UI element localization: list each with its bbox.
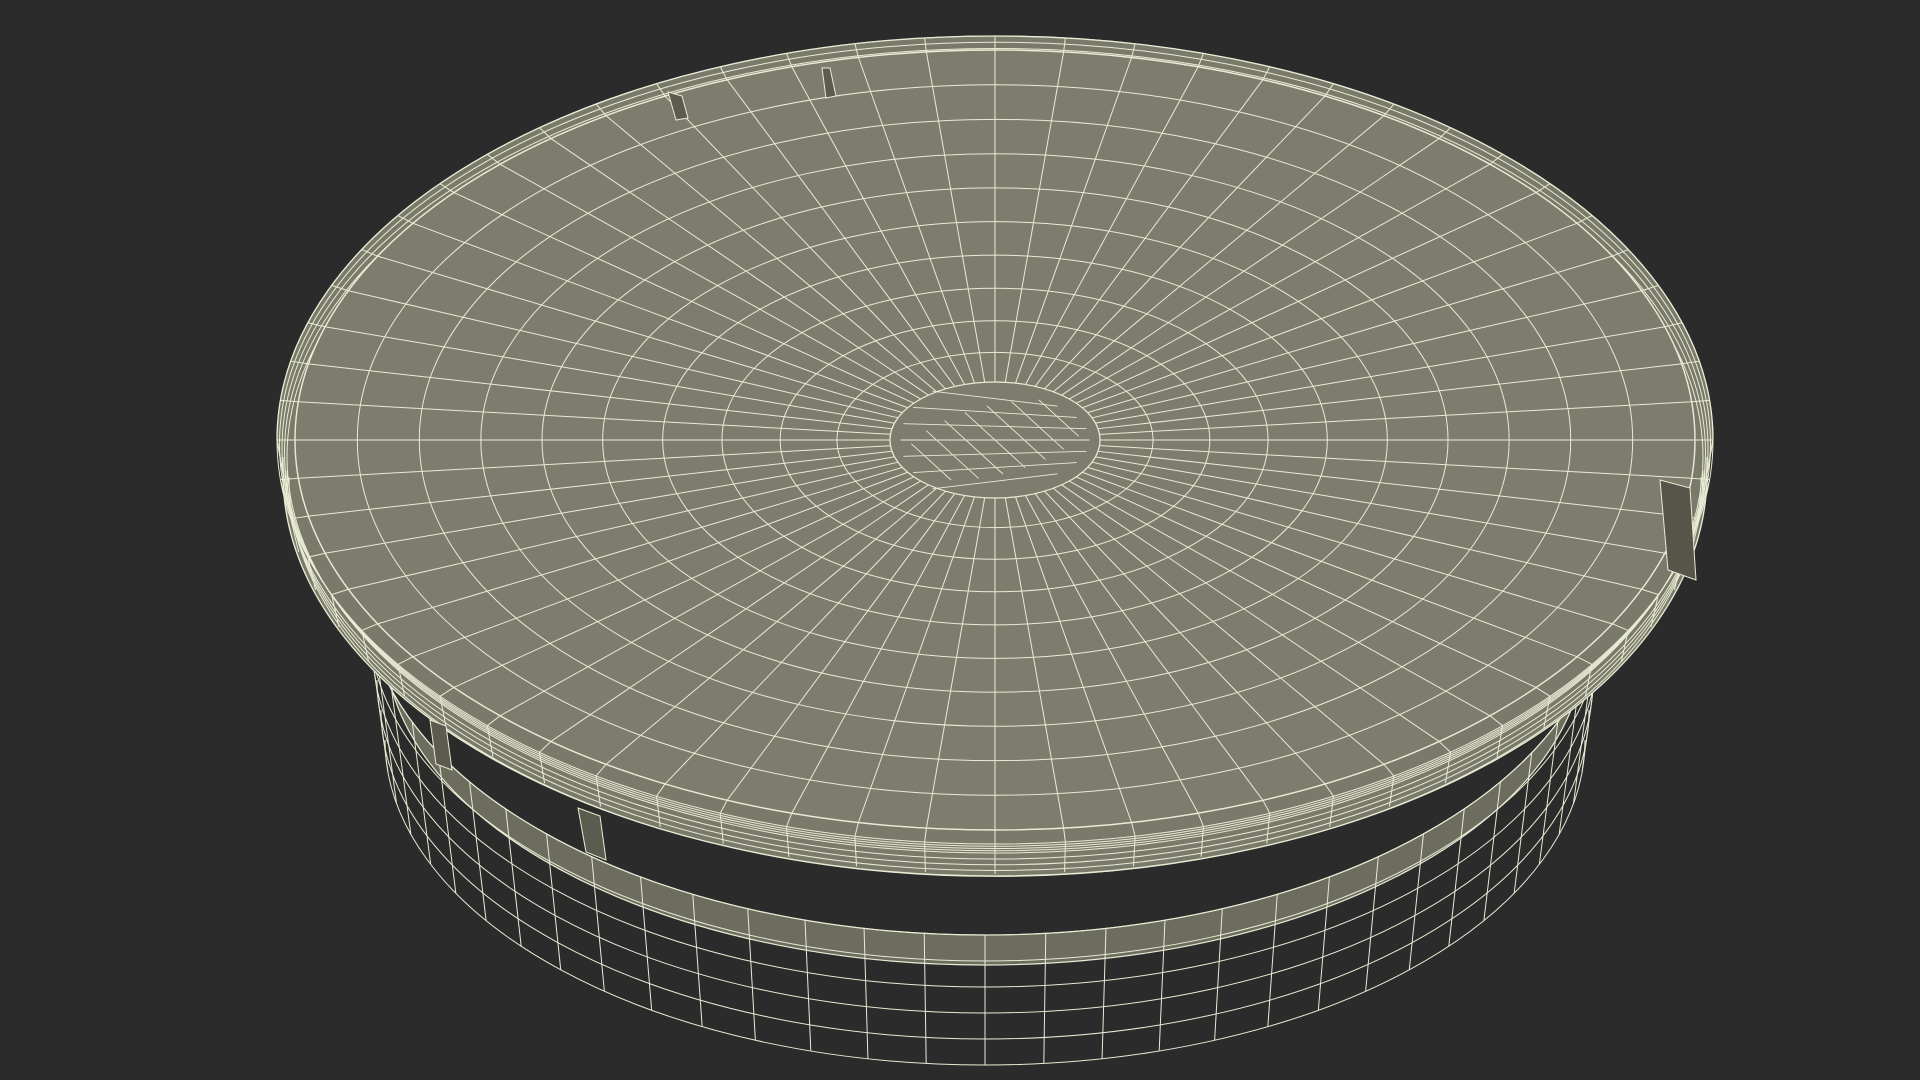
3d-viewport[interactable] — [0, 0, 1920, 1080]
wireframe-lid-model — [0, 0, 1920, 1080]
